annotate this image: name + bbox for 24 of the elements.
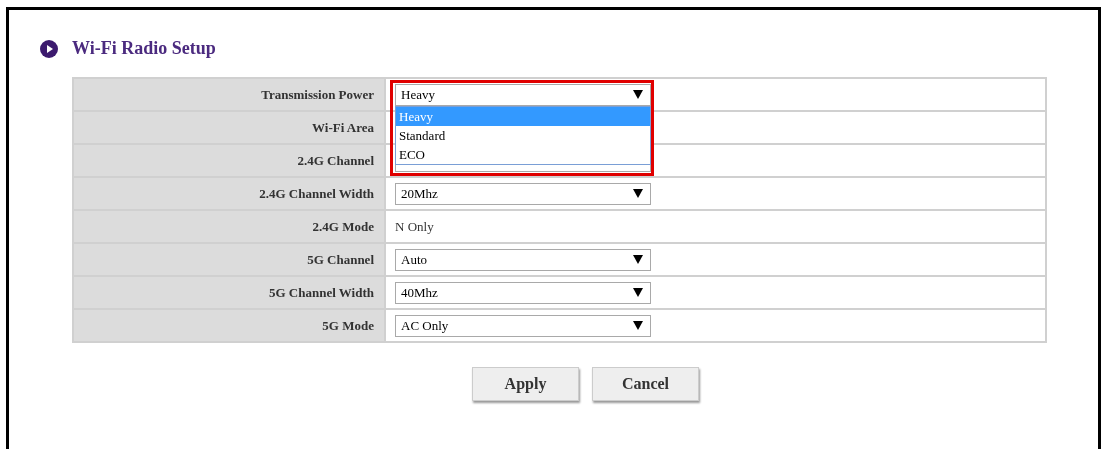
setting-label: Transmission Power [73, 78, 385, 111]
setting-label: 2.4G Channel [73, 144, 385, 177]
caret-icon [633, 189, 643, 198]
setting-label: 2.4G Channel Width [73, 177, 385, 210]
setting-label: Wi-Fi Area [73, 111, 385, 144]
caret-icon [633, 288, 643, 297]
setting-label: 5G Mode [73, 309, 385, 342]
dropdown-field[interactable]: 20Mhz [395, 182, 651, 205]
dropdown-field[interactable]: 40Mhz [395, 281, 651, 304]
caret-icon [633, 255, 643, 264]
dropdown-field[interactable]: Auto [395, 248, 651, 271]
dropdown-field[interactable]: Heavy [395, 83, 651, 106]
setting-value: N Only [395, 218, 434, 234]
caret-icon [633, 90, 643, 99]
setting-label: 2.4G Mode [73, 210, 385, 243]
setting-label: 5G Channel [73, 243, 385, 276]
action-button[interactable]: Apply [472, 367, 579, 401]
dropdown-option[interactable]: Standard [396, 125, 650, 145]
caret-icon [633, 321, 643, 330]
section-title: Wi-Fi Radio Setup [72, 38, 216, 59]
setting-label: 5G Channel Width [73, 276, 385, 309]
action-button[interactable]: Cancel [592, 367, 699, 401]
play-circle-icon [40, 39, 58, 58]
dropdown-field[interactable]: AC Only [395, 314, 651, 337]
